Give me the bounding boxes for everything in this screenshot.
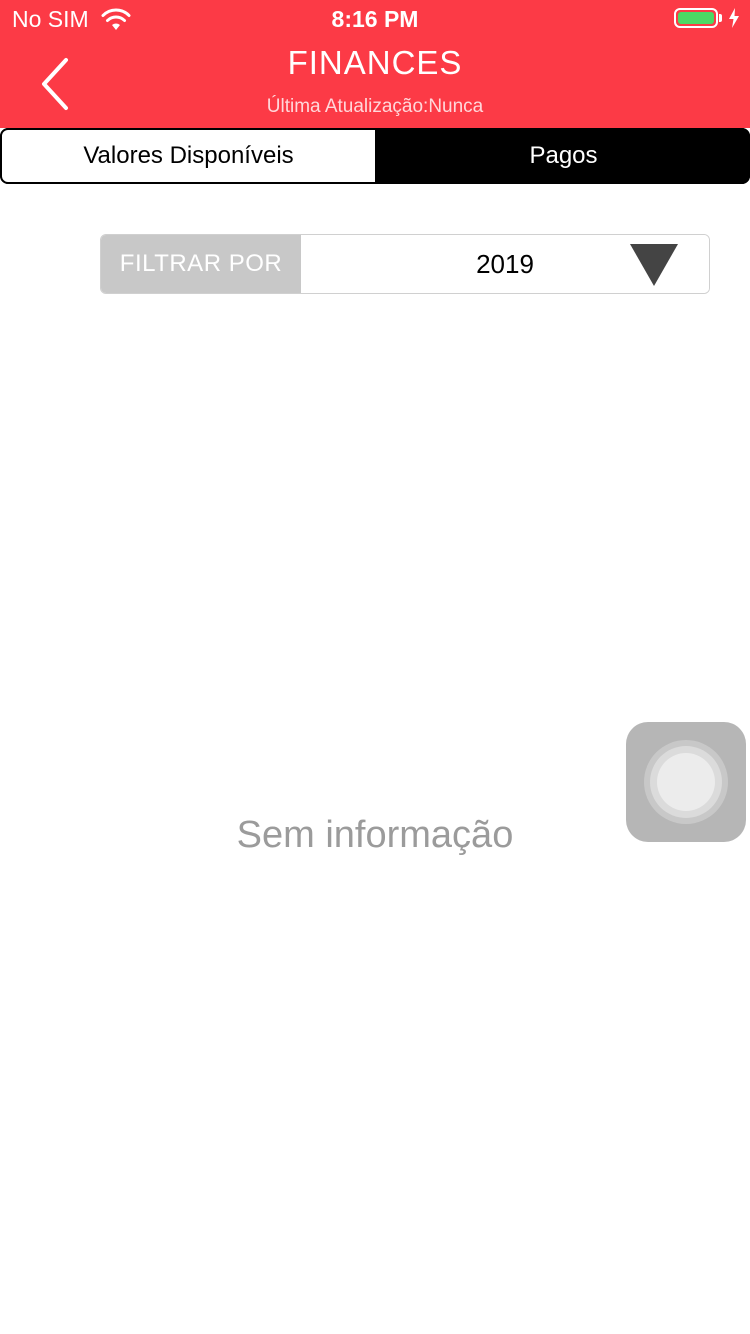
battery-nub — [719, 14, 722, 22]
segmented-tabs: Valores Disponíveis Pagos — [0, 128, 750, 184]
battery-indicator — [674, 8, 740, 28]
finances-screen: No SIM 8:16 PM FINANCES Última Atualizaç… — [0, 0, 750, 1334]
battery-level — [678, 12, 714, 24]
tab-pagos[interactable]: Pagos — [377, 128, 750, 184]
assistive-touch-button[interactable] — [626, 722, 746, 842]
status-bar: No SIM 8:16 PM — [0, 0, 750, 40]
filter-label: FILTRAR POR — [101, 235, 301, 293]
clock: 8:16 PM — [331, 6, 419, 32]
last-update-label: Última Atualização:Nunca — [266, 96, 484, 117]
triangle-down-icon — [630, 244, 678, 286]
year-select[interactable]: 2019 — [301, 235, 709, 293]
selected-year: 2019 — [476, 248, 534, 279]
battery-icon — [674, 8, 718, 28]
header: No SIM 8:16 PM FINANCES Última Atualizaç… — [0, 0, 750, 128]
tab-valores-disponiveis[interactable]: Valores Disponíveis — [0, 128, 377, 184]
assistive-touch-icon — [657, 753, 715, 811]
year-filter: FILTRAR POR 2019 — [100, 234, 710, 294]
charging-bolt-icon — [729, 8, 739, 28]
page-title: FINANCES — [287, 44, 463, 81]
